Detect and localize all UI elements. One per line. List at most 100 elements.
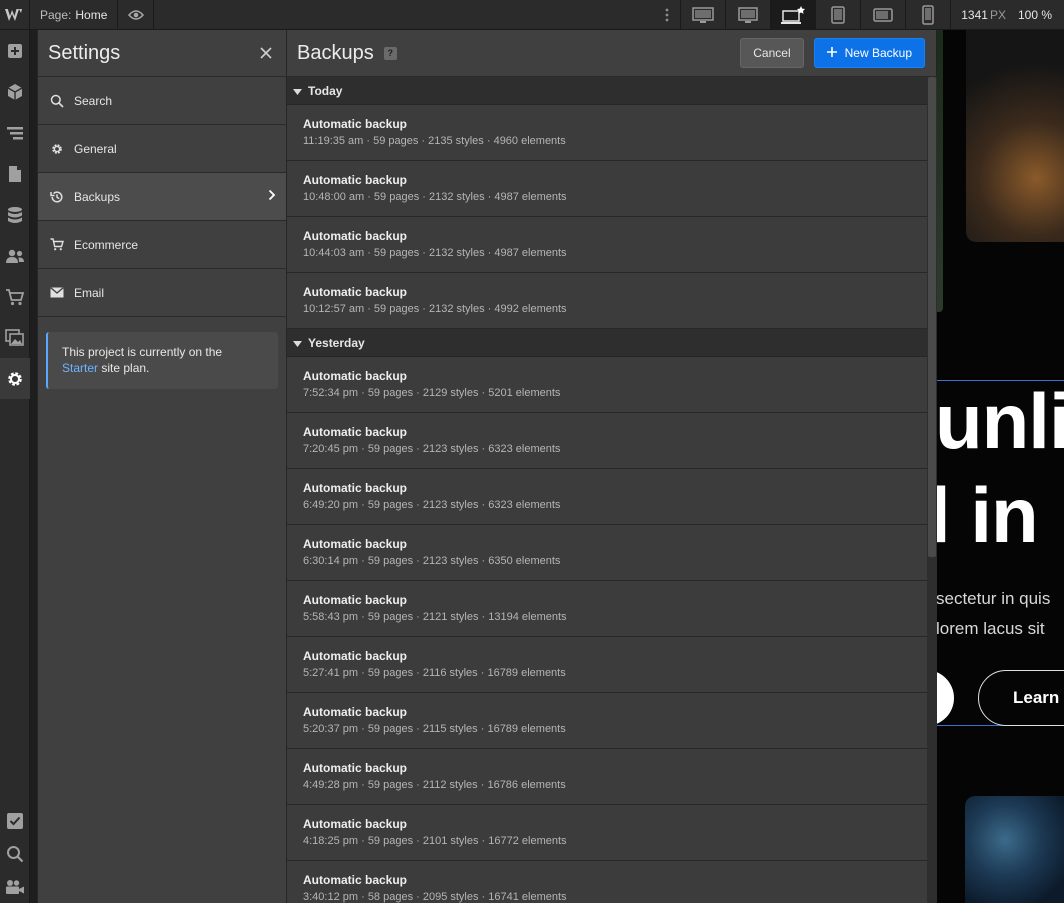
more-options-icon[interactable] bbox=[654, 0, 680, 30]
backup-meta: 11:19:35 am · 59 pages · 2135 styles · 4… bbox=[303, 135, 566, 147]
new-backup-label: New Backup bbox=[844, 46, 912, 60]
ecommerce-cart-icon[interactable] bbox=[0, 276, 30, 317]
backup-row[interactable]: Automatic backup 5:58:43 pm · 59 pages · … bbox=[287, 581, 927, 637]
backup-meta: 3:40:12 pm · 58 pages · 2095 styles · 16… bbox=[303, 891, 567, 903]
add-elements-icon[interactable] bbox=[0, 30, 30, 71]
breakpoint-xl-icon[interactable] bbox=[725, 0, 770, 30]
backup-title: Automatic backup bbox=[303, 705, 408, 719]
page-selector[interactable]: Page: Home bbox=[30, 0, 119, 30]
close-icon[interactable] bbox=[258, 45, 274, 61]
settings-item-general[interactable]: General bbox=[38, 125, 286, 173]
settings-gear-icon[interactable] bbox=[0, 358, 30, 399]
hero-heading-line-1: unli bbox=[937, 377, 1064, 465]
canvas-width[interactable]: 1341 PX bbox=[961, 8, 1006, 22]
page-prefix: Page: bbox=[40, 7, 72, 22]
pages-icon[interactable] bbox=[0, 153, 30, 194]
backups-list: Today Automatic backup 11:19:35 am · 59 p… bbox=[287, 77, 927, 903]
settings-header: Settings bbox=[38, 30, 286, 77]
webflow-logo-icon[interactable] bbox=[0, 0, 30, 30]
audit-checkbox-icon[interactable] bbox=[0, 804, 30, 837]
preview-eye-icon[interactable] bbox=[118, 0, 155, 30]
settings-item-label: Search bbox=[74, 93, 113, 108]
backup-row[interactable]: Automatic backup 10:12:57 am · 59 pages ·… bbox=[287, 273, 927, 329]
breakpoint-mobile-landscape-icon[interactable] bbox=[860, 0, 905, 30]
cms-database-icon[interactable] bbox=[0, 194, 30, 235]
backup-meta: 10:12:57 am · 59 pages · 2132 styles · 4… bbox=[303, 303, 567, 315]
backup-meta: 7:20:45 pm · 59 pages · 2123 styles · 63… bbox=[303, 443, 561, 455]
settings-title: Settings bbox=[48, 41, 121, 64]
group-header-today[interactable]: Today bbox=[287, 77, 927, 105]
backup-row[interactable]: Automatic backup 4:18:25 pm · 59 pages · … bbox=[287, 805, 927, 861]
backup-row[interactable]: Automatic backup 10:48:00 am · 59 pages ·… bbox=[287, 161, 927, 217]
backup-row[interactable]: Automatic backup 4:49:28 pm · 59 pages · … bbox=[287, 749, 927, 805]
settings-item-label: Email bbox=[74, 285, 105, 300]
backups-scrollbar[interactable] bbox=[927, 77, 937, 903]
backup-title: Automatic backup bbox=[303, 229, 408, 243]
settings-item-label: Backups bbox=[74, 189, 121, 204]
navigator-icon[interactable] bbox=[0, 112, 30, 153]
hero-body-line-1: sectetur in quis bbox=[937, 589, 1051, 608]
backup-meta: 4:49:28 pm · 59 pages · 2112 styles · 16… bbox=[303, 779, 566, 791]
backups-title: Backups bbox=[297, 41, 374, 64]
backup-title: Automatic backup bbox=[303, 425, 408, 439]
backup-title: Automatic backup bbox=[303, 537, 408, 551]
backup-row[interactable]: Automatic backup 11:19:35 am · 59 pages ·… bbox=[287, 105, 927, 161]
backup-title: Automatic backup bbox=[303, 117, 408, 131]
hero-body-line-2: lorem lacus sit bbox=[937, 619, 1045, 638]
zoom-level[interactable]: 100 % bbox=[1018, 8, 1052, 22]
backup-row[interactable]: Automatic backup 5:20:37 pm · 59 pages · … bbox=[287, 693, 927, 749]
backup-row[interactable]: Automatic backup 6:30:14 pm · 59 pages · … bbox=[287, 525, 927, 581]
backup-meta: 5:27:41 pm · 59 pages · 2116 styles · 16… bbox=[303, 667, 566, 679]
breakpoint-xxl-icon[interactable] bbox=[680, 0, 725, 30]
backup-meta: 6:30:14 pm · 59 pages · 2123 styles · 63… bbox=[303, 555, 561, 567]
backup-title: Automatic backup bbox=[303, 873, 408, 887]
backup-meta: 4:18:25 pm · 59 pages · 2101 styles · 16… bbox=[303, 835, 567, 847]
backup-title: Automatic backup bbox=[303, 761, 408, 775]
caret-down-icon bbox=[293, 336, 302, 350]
components-icon[interactable] bbox=[0, 71, 30, 112]
new-backup-button[interactable]: New Backup bbox=[813, 38, 925, 68]
backups-panel: Backups ? Cancel New Backup Today Automa… bbox=[287, 30, 937, 903]
group-label: Yesterday bbox=[308, 335, 365, 350]
users-icon[interactable] bbox=[0, 235, 30, 276]
cancel-button[interactable]: Cancel bbox=[740, 38, 804, 68]
backup-title: Automatic backup bbox=[303, 593, 408, 607]
settings-item-backups[interactable]: Backups bbox=[38, 173, 286, 221]
caret-down-icon bbox=[293, 84, 302, 98]
backup-row[interactable]: Automatic backup 10:44:03 am · 59 pages ·… bbox=[287, 217, 927, 273]
scrollbar-thumb[interactable] bbox=[928, 77, 936, 557]
breakpoint-desktop-base-icon[interactable] bbox=[770, 0, 816, 30]
backup-row[interactable]: Automatic backup 7:20:45 pm · 59 pages · … bbox=[287, 413, 927, 469]
search-icon bbox=[50, 94, 64, 108]
design-canvas[interactable]: unli l in sectetur in quis lorem lacus s… bbox=[937, 30, 1064, 903]
backup-row[interactable]: Automatic backup 3:40:12 pm · 58 pages · … bbox=[287, 861, 927, 903]
settings-item-search[interactable]: Search bbox=[38, 77, 286, 125]
plan-link[interactable]: Starter bbox=[62, 361, 98, 375]
breakpoint-mobile-portrait-icon[interactable] bbox=[905, 0, 950, 30]
chevron-right-icon bbox=[268, 189, 276, 204]
settings-item-email[interactable]: Email bbox=[38, 269, 286, 317]
backup-row[interactable]: Automatic backup 5:27:41 pm · 59 pages · … bbox=[287, 637, 927, 693]
backup-title: Automatic backup bbox=[303, 481, 408, 495]
canvas-building-image bbox=[965, 796, 1064, 903]
settings-item-ecommerce[interactable]: Ecommerce bbox=[38, 221, 286, 269]
page-name: Home bbox=[75, 7, 108, 22]
settings-panel: Settings Search General Backups Ecommerc… bbox=[37, 30, 287, 903]
backup-title: Automatic backup bbox=[303, 285, 408, 299]
backup-title: Automatic backup bbox=[303, 817, 408, 831]
group-header-yesterday[interactable]: Yesterday bbox=[287, 329, 927, 357]
backup-meta: 10:44:03 am · 59 pages · 2132 styles · 4… bbox=[303, 247, 567, 259]
plan-notice: This project is currently on the Starter… bbox=[46, 332, 278, 389]
plan-text-suffix: site plan. bbox=[98, 361, 150, 375]
breakpoint-tablet-icon[interactable] bbox=[815, 0, 860, 30]
mail-icon bbox=[50, 287, 64, 298]
backup-title: Automatic backup bbox=[303, 173, 408, 187]
backup-meta: 6:49:20 pm · 59 pages · 2123 styles · 63… bbox=[303, 499, 561, 511]
hero-learn-button: Learn bbox=[978, 670, 1064, 726]
backup-row[interactable]: Automatic backup 6:49:20 pm · 59 pages · … bbox=[287, 469, 927, 525]
video-tutorials-icon[interactable] bbox=[0, 870, 30, 903]
search-rail-icon[interactable] bbox=[0, 837, 30, 870]
assets-icon[interactable] bbox=[0, 317, 30, 358]
backup-row[interactable]: Automatic backup 7:52:34 pm · 59 pages · … bbox=[287, 357, 927, 413]
help-icon[interactable]: ? bbox=[383, 46, 397, 60]
